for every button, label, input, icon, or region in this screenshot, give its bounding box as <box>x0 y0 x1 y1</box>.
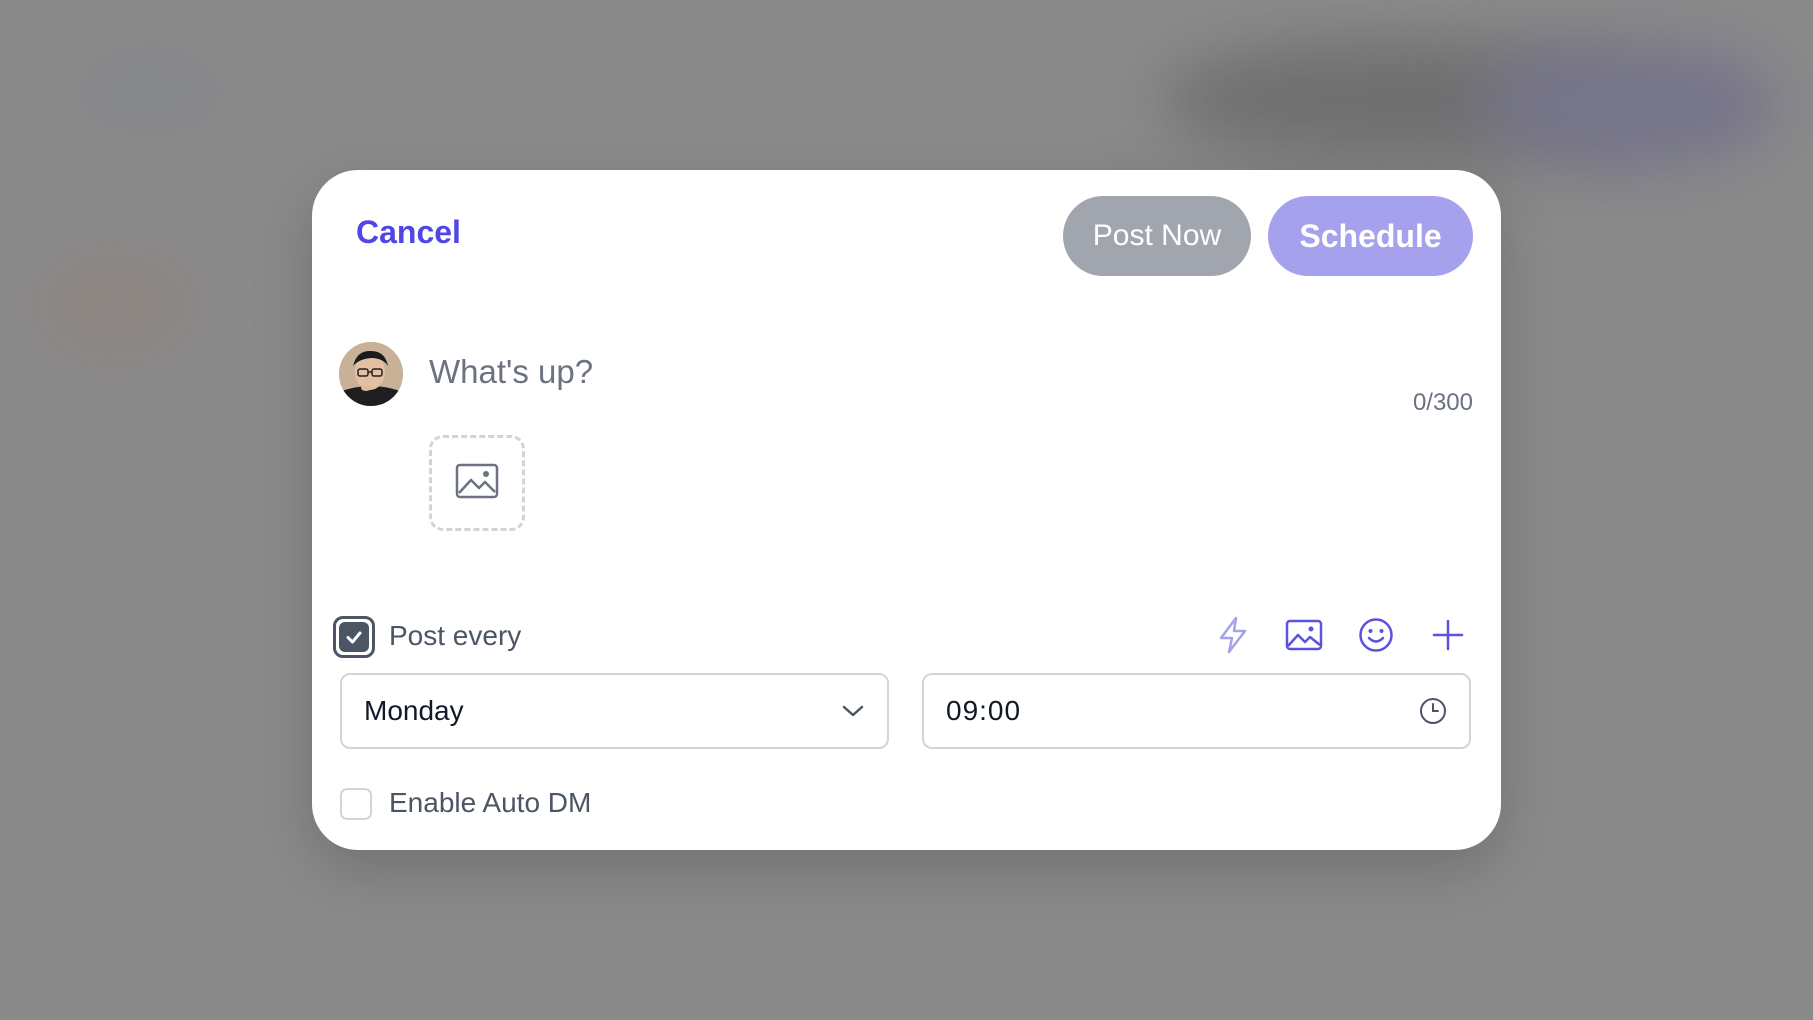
lightning-icon <box>1219 616 1247 654</box>
day-select-value: Monday <box>364 695 464 726</box>
post-every-checkbox[interactable] <box>333 616 375 658</box>
emoji-icon <box>1359 618 1393 652</box>
time-input[interactable]: 09:00 <box>922 673 1471 749</box>
cancel-button[interactable]: Cancel <box>356 214 461 251</box>
auto-dm-label: Enable Auto DM <box>389 787 592 818</box>
schedule-button[interactable]: Schedule <box>1268 196 1473 276</box>
add-media-button[interactable] <box>429 435 525 531</box>
lightning-button[interactable] <box>1208 610 1258 660</box>
avatar <box>339 342 403 406</box>
compose-modal: Cancel Post Now Schedule What's up? 0/30… <box>312 170 1501 850</box>
image-icon <box>455 463 499 504</box>
character-counter: 0/300 <box>1412 389 1473 416</box>
check-icon <box>346 631 362 644</box>
background-blur <box>40 260 190 350</box>
background-blur <box>80 60 220 120</box>
day-select[interactable]: Monday <box>340 673 889 749</box>
emoji-button[interactable] <box>1351 610 1401 660</box>
image-button[interactable] <box>1279 610 1329 660</box>
background-blur <box>1480 40 1780 170</box>
plus-icon <box>1432 619 1464 651</box>
post-text-input[interactable]: What's up? <box>429 353 593 391</box>
chevron-down-icon <box>842 705 864 717</box>
post-now-button[interactable]: Post Now <box>1063 196 1251 276</box>
post-every-label: Post every <box>389 620 522 651</box>
add-button[interactable] <box>1423 610 1473 660</box>
clock-icon <box>1420 698 1446 724</box>
time-input-value: 09:00 <box>946 695 1022 726</box>
image-icon <box>1285 619 1323 651</box>
auto-dm-checkbox[interactable] <box>340 788 372 820</box>
